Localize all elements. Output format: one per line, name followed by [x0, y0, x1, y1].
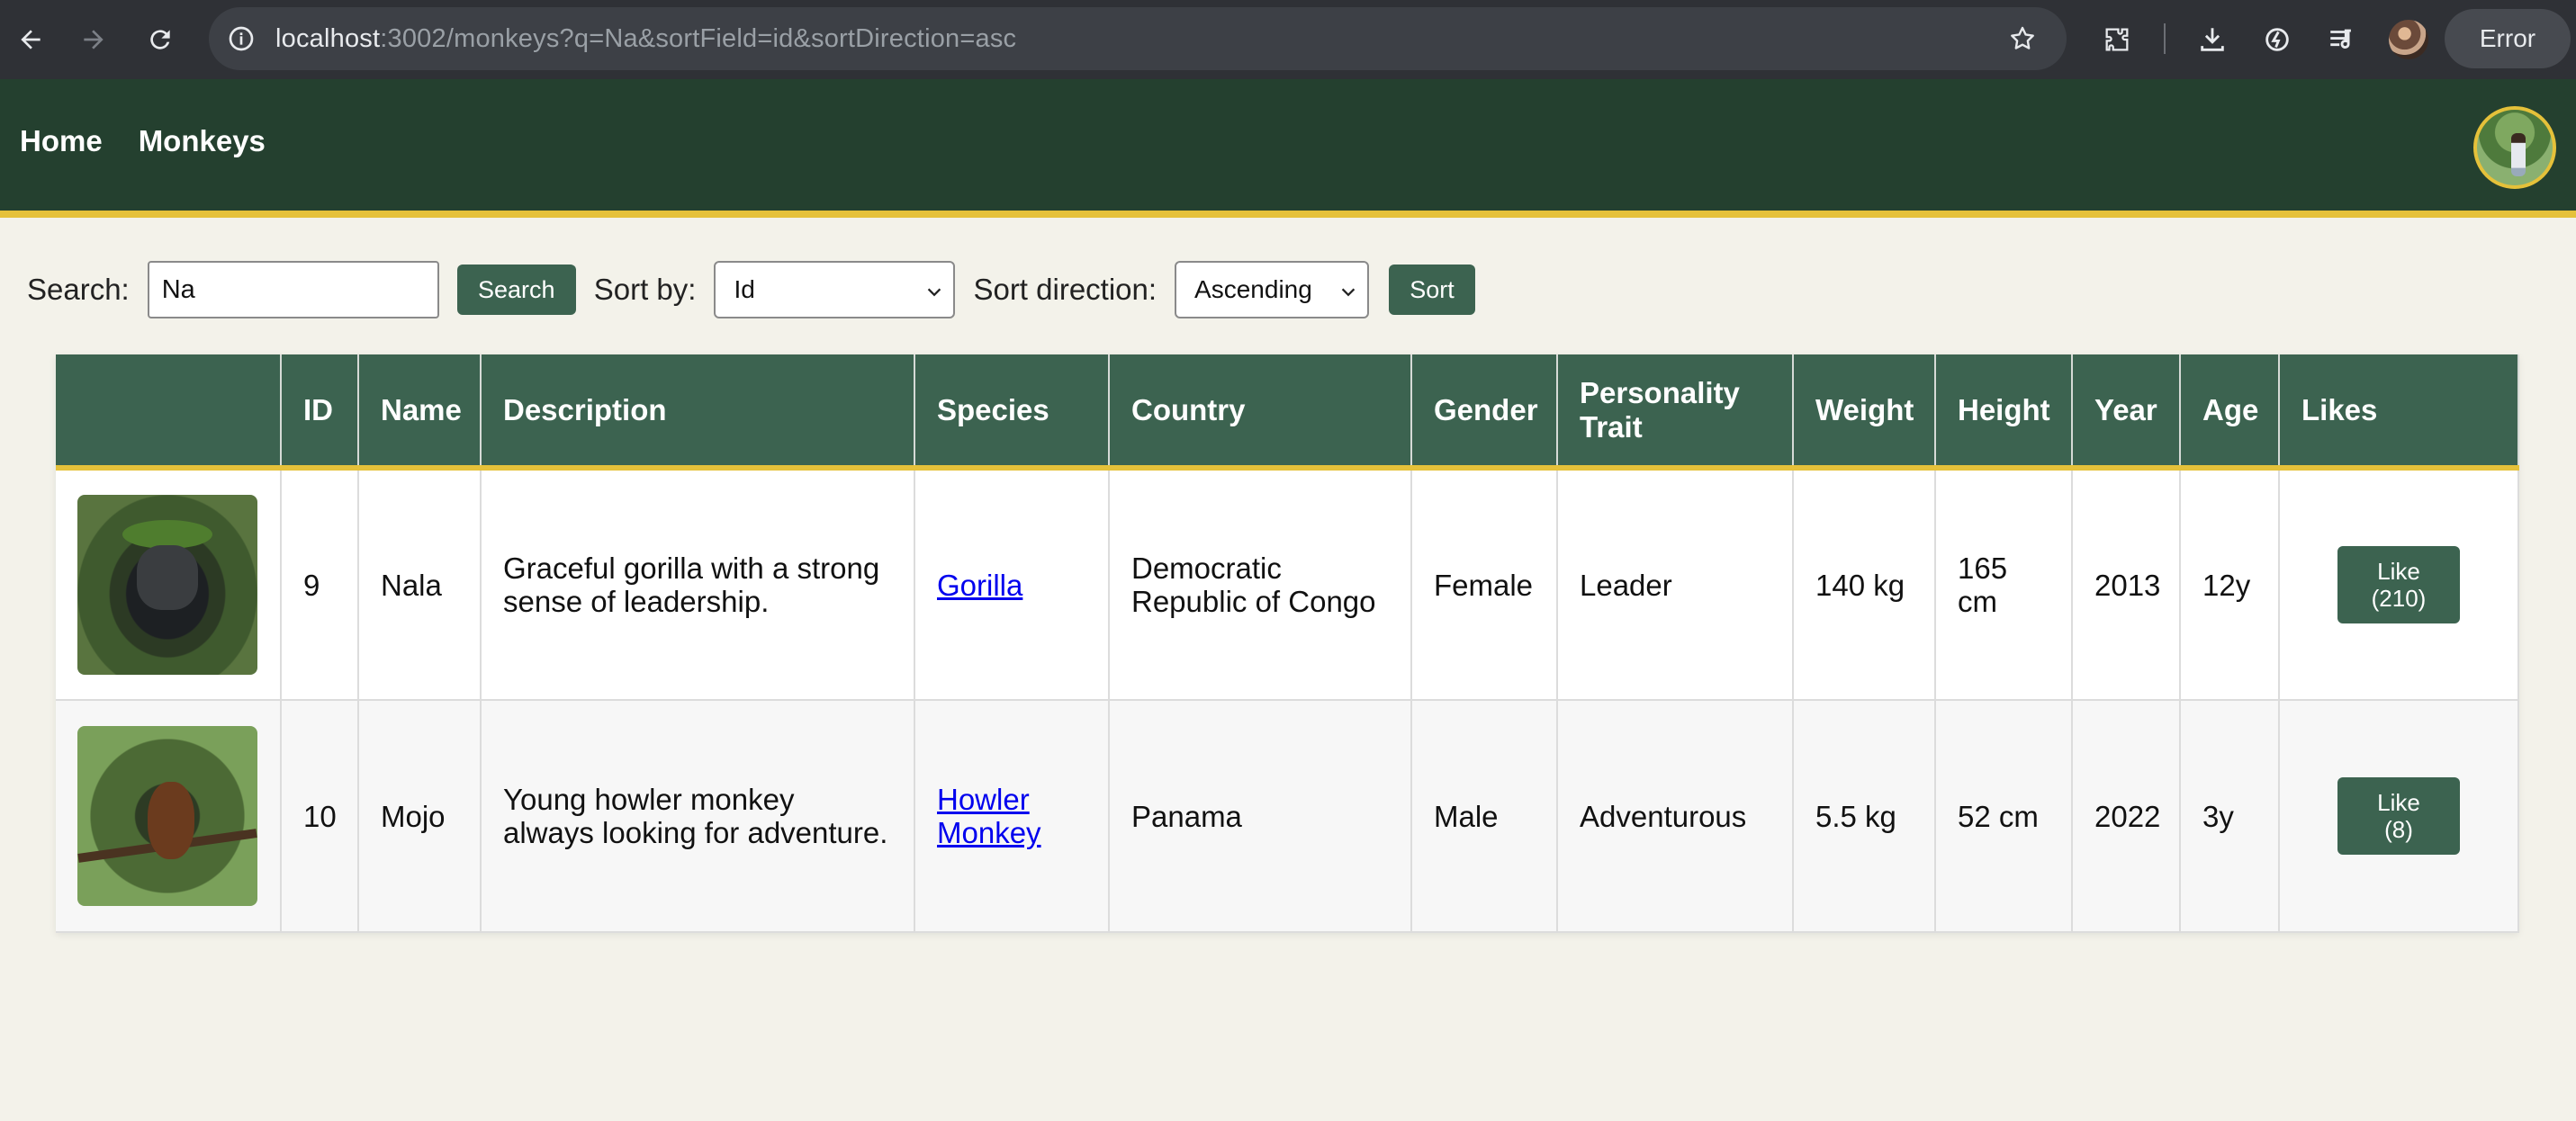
search-button[interactable]: Search [456, 265, 576, 315]
column-header-description: Description [481, 354, 915, 471]
bookmark-star-button[interactable] [1998, 14, 2047, 63]
search-sort-controls: Search: Na Search Sort by: Id Sort direc… [27, 261, 1476, 318]
sort-direction-select[interactable]: Ascending [1175, 261, 1370, 318]
downloads-button[interactable] [2185, 11, 2239, 68]
name-cell: Nala [358, 468, 482, 701]
search-label: Search: [27, 273, 130, 306]
arrow-right-icon [84, 30, 104, 49]
height-cell: 52 cm [1935, 700, 2073, 933]
nav-home-link[interactable]: Home [20, 124, 103, 158]
performance-button[interactable] [2250, 11, 2304, 68]
age-cell: 3y [2180, 700, 2280, 933]
id-cell: 9 [281, 468, 359, 701]
column-header-weight: Weight [1793, 354, 1936, 471]
year-cell: 2022 [2072, 700, 2181, 933]
url-host: localhost [275, 23, 381, 53]
nav-monkeys-link[interactable]: Monkeys [139, 124, 266, 158]
country-cell: Democratic Republic of Congo [1109, 468, 1412, 701]
like-label: Like [2377, 789, 2420, 816]
sort-by-value: Id [734, 275, 755, 303]
image-cell [56, 700, 282, 933]
url-path: :3002/monkeys?q=Na&sortField=id&sortDire… [380, 23, 1017, 53]
media-controls-button[interactable] [2315, 11, 2369, 68]
like-label: Like [2377, 558, 2420, 585]
column-header-likes: Likes [2279, 354, 2519, 471]
table-header-row: ID Name Description Species Country Gend… [56, 354, 2519, 471]
monkeys-table-container: ID Name Description Species Country Gend… [56, 354, 2519, 933]
error-indicator-button[interactable]: Error [2445, 9, 2571, 68]
sort-by-label: Sort by: [593, 273, 697, 306]
species-cell: Howler Monkey [914, 700, 1110, 933]
performance-icon [2265, 28, 2289, 51]
browser-toolbar: localhost:3002/monkeys?q=Na&sortField=id… [0, 0, 2576, 79]
reload-icon [150, 30, 170, 49]
url-text: localhost:3002/monkeys?q=Na&sortField=id… [275, 24, 1016, 54]
age-cell: 12y [2180, 468, 2280, 701]
like-count: (8) [2384, 816, 2413, 843]
address-bar[interactable]: localhost:3002/monkeys?q=Na&sortField=id… [209, 7, 2067, 70]
star-icon [2011, 26, 2034, 49]
column-header-height: Height [1935, 354, 2073, 471]
height-cell: 165 cm [1935, 468, 2073, 701]
image-cell [56, 468, 282, 701]
weight-cell: 5.5 kg [1793, 700, 1936, 933]
chevron-down-icon [1341, 288, 1356, 297]
sort-button[interactable]: Sort [1389, 265, 1476, 315]
column-header-image [56, 354, 282, 471]
arrow-left-icon [21, 30, 41, 49]
site-info-icon[interactable] [214, 12, 268, 66]
media-queue-icon [2330, 29, 2351, 49]
sort-direction-value: Ascending [1194, 275, 1312, 303]
back-button[interactable] [4, 13, 58, 67]
table-row: 10 Mojo Young howler monkey always looki… [56, 700, 2519, 933]
weight-cell: 140 kg [1793, 468, 1936, 701]
table-row: 9 Nala Graceful gorilla with a strong se… [56, 468, 2519, 701]
gender-cell: Male [1411, 700, 1558, 933]
description-cell: Young howler monkey always looking for a… [481, 700, 915, 933]
column-header-personality-trait: Personality Trait [1557, 354, 1794, 471]
search-input[interactable]: Na [147, 261, 439, 318]
column-header-name: Name [358, 354, 482, 471]
app-header: Home Monkeys [0, 79, 2576, 218]
forward-button[interactable] [67, 13, 121, 67]
like-button[interactable]: Like (8) [2337, 777, 2460, 855]
likes-cell: Like (210) [2279, 468, 2519, 701]
chevron-down-icon [928, 288, 941, 297]
column-header-year: Year [2072, 354, 2181, 471]
name-cell: Mojo [358, 700, 482, 933]
column-header-gender: Gender [1411, 354, 1558, 471]
main-nav: Home Monkeys [20, 124, 266, 158]
column-header-species: Species [914, 354, 1110, 471]
column-header-country: Country [1109, 354, 1412, 471]
likes-cell: Like (8) [2279, 700, 2519, 933]
year-cell: 2013 [2072, 468, 2181, 701]
reload-button[interactable] [133, 13, 187, 67]
species-cell: Gorilla [914, 468, 1110, 701]
user-avatar[interactable] [2473, 106, 2556, 189]
trait-cell: Adventurous [1557, 700, 1794, 933]
extensions-button[interactable] [2090, 11, 2144, 68]
gorilla-photo [77, 495, 257, 675]
column-header-age: Age [2180, 354, 2280, 471]
profile-avatar-button[interactable] [2389, 20, 2428, 59]
trait-cell: Leader [1557, 468, 1794, 701]
howler-monkey-photo [77, 726, 257, 906]
species-link[interactable]: Howler Monkey [937, 783, 1041, 849]
toolbar-divider [2164, 23, 2166, 54]
sort-direction-label: Sort direction: [973, 273, 1157, 306]
id-cell: 10 [281, 700, 359, 933]
species-link[interactable]: Gorilla [937, 569, 1022, 602]
download-icon [2201, 28, 2224, 51]
sort-by-select[interactable]: Id [714, 261, 956, 318]
column-header-id: ID [281, 354, 359, 471]
country-cell: Panama [1109, 700, 1412, 933]
puzzle-icon [2105, 28, 2129, 51]
monkeys-table: ID Name Description Species Country Gend… [56, 354, 2519, 933]
like-count: (210) [2371, 585, 2427, 612]
description-cell: Graceful gorilla with a strong sense of … [481, 468, 915, 701]
gender-cell: Female [1411, 468, 1558, 701]
like-button[interactable]: Like (210) [2337, 546, 2460, 623]
